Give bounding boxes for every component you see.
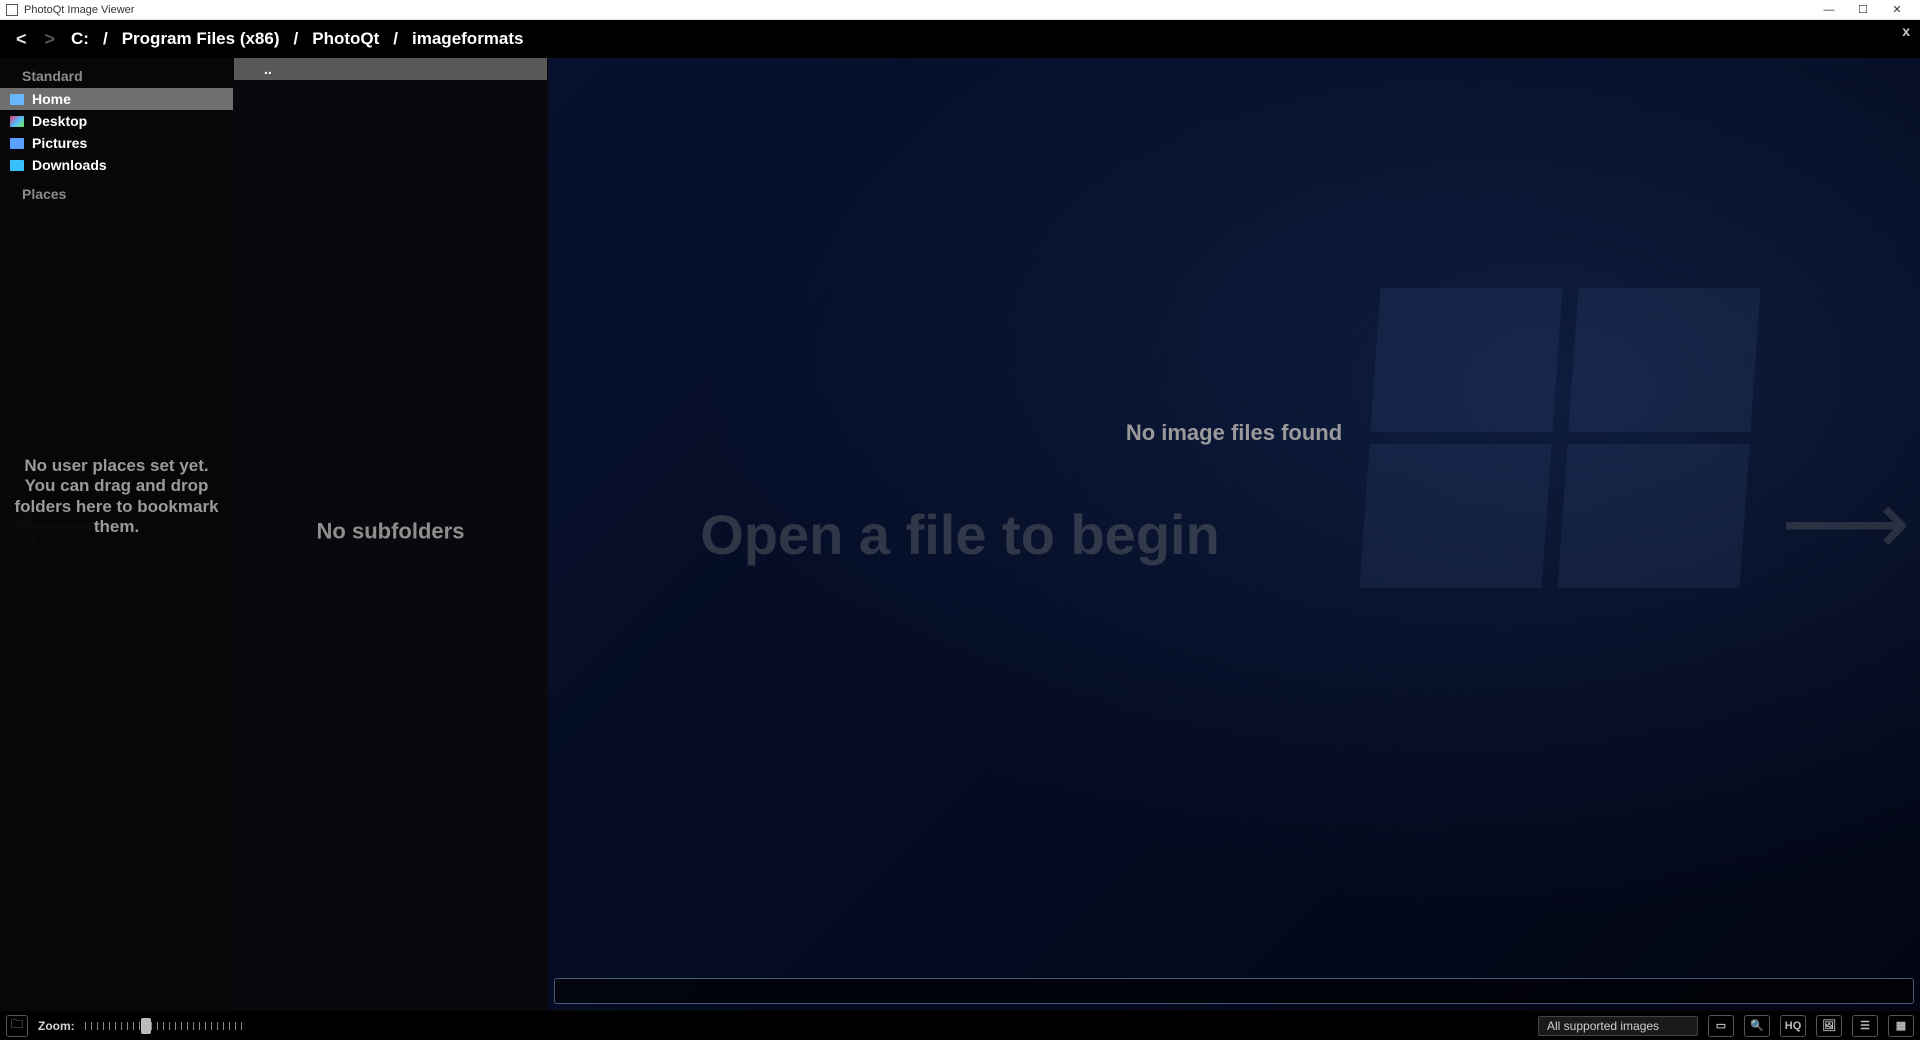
list-icon: ☰ — [1860, 1019, 1870, 1032]
sidebar-item-downloads[interactable]: Downloads — [0, 154, 233, 176]
sidebar-item-label: Downloads — [32, 157, 107, 173]
folder-icon — [10, 138, 24, 149]
sidebar-item-label: Pictures — [32, 135, 87, 151]
subfolder-pane: .. No subfolders — [234, 58, 548, 1010]
window-close-button[interactable]: ✕ — [1880, 1, 1914, 19]
places-sidebar: Standard Home Desktop Pictures Downloads… — [0, 58, 234, 1010]
nav-forward-button[interactable]: > — [43, 29, 58, 50]
sidebar-section-places: Places — [0, 176, 233, 206]
image-icon: 🖼 — [1822, 1019, 1836, 1032]
grid-icon: ▦ — [1896, 1019, 1906, 1032]
toggle-preview-button[interactable]: 🔍 — [1744, 1015, 1770, 1037]
parent-folder-row[interactable]: .. — [234, 58, 547, 80]
places-empty-hint: No user places set yet. You can drag and… — [0, 456, 233, 538]
sidebar-item-label: Desktop — [32, 113, 87, 129]
status-bar: 🗀 Zoom: All supported images ▭ 🔍 HQ 🖼 ☰ … — [0, 1010, 1920, 1040]
sidebar-item-label: Home — [32, 91, 71, 107]
filename-filter-input[interactable] — [554, 978, 1914, 1004]
window-maximize-button[interactable]: ☐ — [1846, 1, 1880, 19]
window-title: PhotoQt Image Viewer — [24, 4, 134, 16]
breadcrumb-separator: / — [393, 29, 398, 49]
address-bar: < > C: / Program Files (x86) / PhotoQt /… — [0, 20, 1920, 58]
folder-icon — [10, 94, 24, 105]
image-empty-text: No image files found — [548, 420, 1920, 446]
file-type-filter-label: All supported images — [1547, 1019, 1659, 1033]
view-list-button[interactable]: ☰ — [1852, 1015, 1878, 1037]
sidebar-item-desktop[interactable]: Desktop — [0, 110, 233, 132]
view-image-button[interactable]: 🖼 — [1816, 1015, 1842, 1037]
close-panel-button[interactable]: x — [1898, 22, 1914, 40]
magnifier-icon: 🔍 — [1750, 1019, 1764, 1032]
folder-open-icon: 🗀 — [11, 1015, 23, 1036]
zoom-slider-thumb[interactable] — [141, 1018, 151, 1034]
folder-icon — [10, 116, 24, 127]
breadcrumb-separator: / — [294, 29, 299, 49]
open-folder-button[interactable]: 🗀 — [6, 1015, 28, 1037]
sidebar-item-pictures[interactable]: Pictures — [0, 132, 233, 154]
file-type-filter[interactable]: All supported images — [1538, 1016, 1698, 1036]
sidebar-section-standard: Standard — [0, 58, 233, 88]
zoom-label: Zoom: — [38, 1019, 75, 1033]
sidebar-item-home[interactable]: Home — [0, 88, 233, 110]
breadcrumb-segment[interactable]: Program Files (x86) — [122, 29, 280, 49]
subfolder-empty-text: No subfolders — [234, 518, 547, 544]
dash-icon: ▭ — [1716, 1019, 1726, 1032]
toggle-thumbnails-button[interactable]: ▭ — [1708, 1015, 1734, 1037]
app-icon — [6, 4, 18, 16]
nav-back-button[interactable]: < — [14, 29, 29, 50]
breadcrumb-separator: / — [103, 29, 108, 49]
window-titlebar: PhotoQt Image Viewer — ☐ ✕ — [0, 0, 1920, 20]
image-list-pane: No image files found — [548, 58, 1920, 1010]
breadcrumb-segment[interactable]: imageformats — [412, 29, 523, 49]
hq-icon: HQ — [1785, 1020, 1802, 1032]
toggle-hq-button[interactable]: HQ — [1780, 1015, 1806, 1037]
window-minimize-button[interactable]: — — [1812, 1, 1846, 19]
breadcrumb-segment[interactable]: PhotoQt — [312, 29, 379, 49]
breadcrumb-segment[interactable]: C: — [71, 29, 89, 49]
zoom-slider[interactable] — [85, 1019, 245, 1033]
main-area: Open a file to begin ⟵ ⟶ Standard Home D… — [0, 58, 1920, 1010]
view-grid-button[interactable]: ▦ — [1888, 1015, 1914, 1037]
folder-icon — [10, 160, 24, 171]
